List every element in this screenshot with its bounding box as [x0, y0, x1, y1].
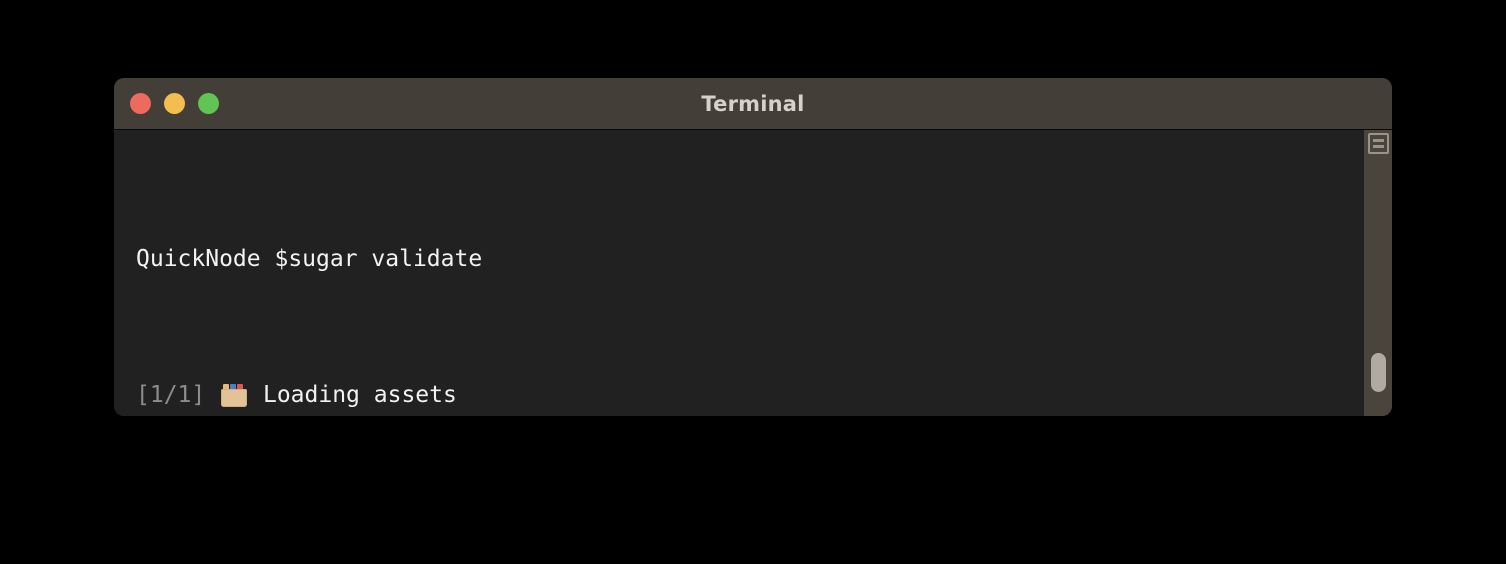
minimize-button[interactable] — [164, 93, 185, 114]
list-box-icon[interactable] — [1368, 133, 1389, 154]
scrollbar-thumb[interactable] — [1371, 353, 1386, 392]
terminal-body[interactable]: QuickNode $sugar validate [1/1] Loading … — [114, 130, 1392, 416]
loading-assets-text: Loading assets — [262, 382, 457, 408]
maximize-button[interactable] — [198, 93, 219, 114]
title-bar: Terminal — [114, 78, 1392, 130]
card-index-dividers-icon — [221, 383, 248, 407]
step-counter: [1/1] — [136, 382, 206, 408]
window-title: Terminal — [701, 91, 805, 116]
terminal-window: Terminal QuickNode $sugar validate [1/1]… — [114, 78, 1392, 416]
command-line: QuickNode $sugar validate — [136, 242, 1332, 276]
vertical-scrollbar[interactable] — [1364, 130, 1392, 416]
terminal-output: QuickNode $sugar validate [1/1] Loading … — [136, 140, 1332, 416]
close-button[interactable] — [130, 93, 151, 114]
command-text: QuickNode $sugar validate — [136, 246, 483, 272]
spacer-2 — [249, 378, 263, 412]
spacer-1 — [205, 378, 219, 412]
loading-assets-line: [1/1] Loading assets — [136, 378, 1332, 412]
window-controls — [130, 78, 219, 129]
